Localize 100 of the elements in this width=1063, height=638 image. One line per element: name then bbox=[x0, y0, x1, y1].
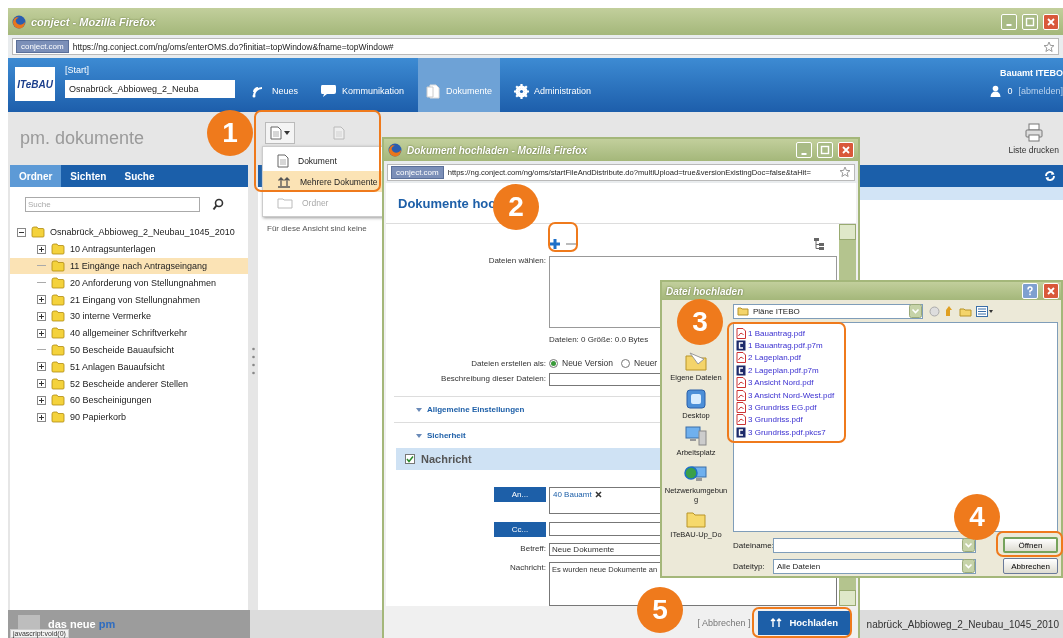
folder-icon bbox=[51, 310, 65, 323]
tree-item[interactable]: 90 Papierkorb bbox=[10, 408, 248, 426]
tree-item[interactable]: 51 Anlagen Bauaufsicht bbox=[10, 358, 248, 376]
menu-item[interactable]: Mehrere Dokumente bbox=[263, 171, 383, 192]
search-icon[interactable] bbox=[212, 198, 224, 211]
file-item[interactable]: 1 Bauantrag.pdf bbox=[736, 327, 1057, 340]
field-label: Dateityp: bbox=[733, 561, 766, 571]
file-summary: Dateien: 0 Größe: 0.0 Bytes bbox=[549, 335, 650, 344]
tree-item[interactable]: 21 Eingang von Stellungnahmen bbox=[10, 291, 248, 308]
tree-item[interactable]: 10 Antragsunterlagen bbox=[10, 240, 248, 258]
cancel-link[interactable]: [ Abbrechen ] bbox=[697, 617, 751, 628]
open-button[interactable]: Öffnen bbox=[1003, 537, 1058, 553]
checkbox[interactable] bbox=[405, 454, 415, 464]
folder-icon bbox=[737, 306, 749, 316]
documents-icon bbox=[426, 83, 442, 99]
dialog-heading: Dokumente hoc bbox=[398, 195, 496, 211]
refresh-icon[interactable] bbox=[1044, 170, 1056, 182]
folder-envelope-icon[interactable] bbox=[684, 350, 708, 372]
tree-item[interactable]: Osnabrück_Abbioweg_2_Neubau_1045_2010 bbox=[10, 224, 248, 241]
firefox-icon bbox=[388, 143, 402, 157]
close-button[interactable] bbox=[1043, 283, 1059, 299]
menu-item[interactable]: Dokument bbox=[263, 150, 383, 171]
close-button[interactable] bbox=[838, 142, 854, 158]
project-field[interactable]: Osnabrück_Abbioweg_2_Neuba bbox=[65, 80, 235, 98]
close-button[interactable] bbox=[1043, 13, 1059, 30]
expand-icon[interactable] bbox=[37, 412, 46, 422]
help-button[interactable] bbox=[1022, 283, 1038, 299]
expand-icon[interactable] bbox=[37, 362, 46, 372]
file-item[interactable]: 2 Lageplan.pdf.p7m bbox=[736, 364, 1057, 377]
minimize-icon bbox=[1006, 24, 1012, 26]
tree-item[interactable]: 40 allgemeiner Schriftverkehr bbox=[10, 324, 248, 342]
tree-item[interactable]: 20 Anforderung von Stellungnahmen bbox=[10, 274, 248, 292]
expand-icon[interactable] bbox=[37, 244, 46, 254]
bookmark-star-icon[interactable] bbox=[839, 166, 851, 178]
user-icon bbox=[990, 85, 1002, 97]
folder-icon bbox=[51, 360, 65, 373]
recipient-tag[interactable]: 40 Bauamt bbox=[553, 490, 602, 499]
printer-icon[interactable] bbox=[1023, 122, 1044, 142]
pdf-file-icon bbox=[736, 414, 746, 426]
folder-dropdown[interactable]: Pläne ITEBO bbox=[733, 303, 923, 319]
folder-icon bbox=[51, 343, 65, 356]
nav-tab[interactable]: Administration bbox=[506, 58, 600, 112]
panel-tab[interactable]: Suche bbox=[115, 165, 164, 187]
speech-bubble-icon bbox=[320, 84, 337, 98]
folder-icon bbox=[277, 196, 293, 209]
field-label: Beschreibung dieser Dateien: bbox=[440, 374, 546, 385]
expand-icon[interactable] bbox=[37, 311, 46, 321]
maximize-button[interactable] bbox=[817, 142, 833, 158]
file-item[interactable]: 2 Lageplan.pdf bbox=[736, 351, 1057, 365]
folder-icon bbox=[51, 293, 65, 306]
filetype-dropdown[interactable]: Alle Dateien bbox=[773, 558, 976, 574]
radio-option[interactable]: Neuer bbox=[621, 358, 658, 368]
collapse-icon[interactable] bbox=[17, 227, 26, 237]
gear-icon bbox=[514, 83, 530, 99]
remove-icon[interactable] bbox=[594, 491, 602, 498]
tree-view-icon[interactable] bbox=[813, 237, 825, 251]
expand-icon[interactable] bbox=[37, 295, 46, 305]
filename-field[interactable] bbox=[773, 537, 976, 553]
address-bar[interactable]: conject.com https://ng.conject.com/ng/oms/enterOMS.do?finitiat=topWindow&fname=topWindow# bbox=[12, 38, 1059, 55]
cancel-button[interactable]: Abbrechen bbox=[1003, 558, 1058, 574]
field-label: Dateien erstellen als: bbox=[470, 359, 546, 368]
caret-icon bbox=[416, 406, 422, 413]
add-icon[interactable] bbox=[549, 238, 561, 250]
new-document-button[interactable] bbox=[265, 122, 295, 144]
folder-icon bbox=[51, 243, 65, 256]
file-item[interactable]: 3 Ansicht Nord.pdf bbox=[736, 376, 1057, 389]
expand-icon[interactable] bbox=[37, 328, 46, 338]
window-title: conject - Mozilla Firefox bbox=[31, 15, 156, 28]
computer-icon[interactable] bbox=[684, 425, 708, 448]
minimize-button[interactable] bbox=[1001, 13, 1017, 30]
tree-item[interactable]: 11 Eingänge nach Antragseingang bbox=[10, 257, 248, 275]
cc-button[interactable]: Cc... bbox=[494, 522, 546, 537]
to-button[interactable]: An... bbox=[494, 487, 546, 502]
tree-item[interactable]: 50 Bescheide Bauaufsicht bbox=[10, 341, 248, 359]
breadcrumb-link[interactable]: [Start] bbox=[65, 65, 235, 75]
print-list-button[interactable]: Liste drucken bbox=[1008, 122, 1059, 155]
tree-item[interactable]: 52 Bescheide anderer Stellen bbox=[10, 375, 248, 392]
nav-tab[interactable]: Kommunikation bbox=[312, 58, 413, 112]
radio-option[interactable]: Neue Version bbox=[549, 358, 614, 368]
maximize-button[interactable] bbox=[1022, 13, 1038, 30]
document-icon bbox=[333, 126, 345, 140]
tree-item[interactable]: 30 interne Vermerke bbox=[10, 308, 248, 325]
desktop-icon[interactable] bbox=[685, 387, 707, 410]
nav-tab[interactable]: Neues bbox=[243, 58, 306, 112]
folder-icon bbox=[51, 411, 65, 424]
panel-tab[interactable]: Sichten bbox=[61, 165, 116, 187]
signed-file-icon bbox=[736, 364, 746, 376]
view-menu-icon[interactable] bbox=[976, 305, 994, 317]
minimize-button[interactable] bbox=[796, 142, 812, 158]
expand-icon[interactable] bbox=[37, 395, 46, 405]
bookmark-star-icon[interactable] bbox=[1043, 40, 1055, 53]
expand-icon[interactable] bbox=[37, 379, 46, 389]
help-icon bbox=[1025, 286, 1035, 296]
tree-item[interactable]: 60 Bescheinigungen bbox=[10, 391, 248, 409]
upload-button[interactable]: Hochladen bbox=[758, 610, 850, 635]
account-name: Bauamt ITEBO bbox=[1000, 68, 1063, 78]
folder-icon bbox=[31, 226, 45, 239]
pdf-file-icon bbox=[736, 389, 746, 401]
file-item[interactable]: 1 Bauantrag.pdf.p7m bbox=[736, 339, 1057, 352]
logout-link[interactable]: [abmelden] bbox=[1018, 86, 1063, 96]
